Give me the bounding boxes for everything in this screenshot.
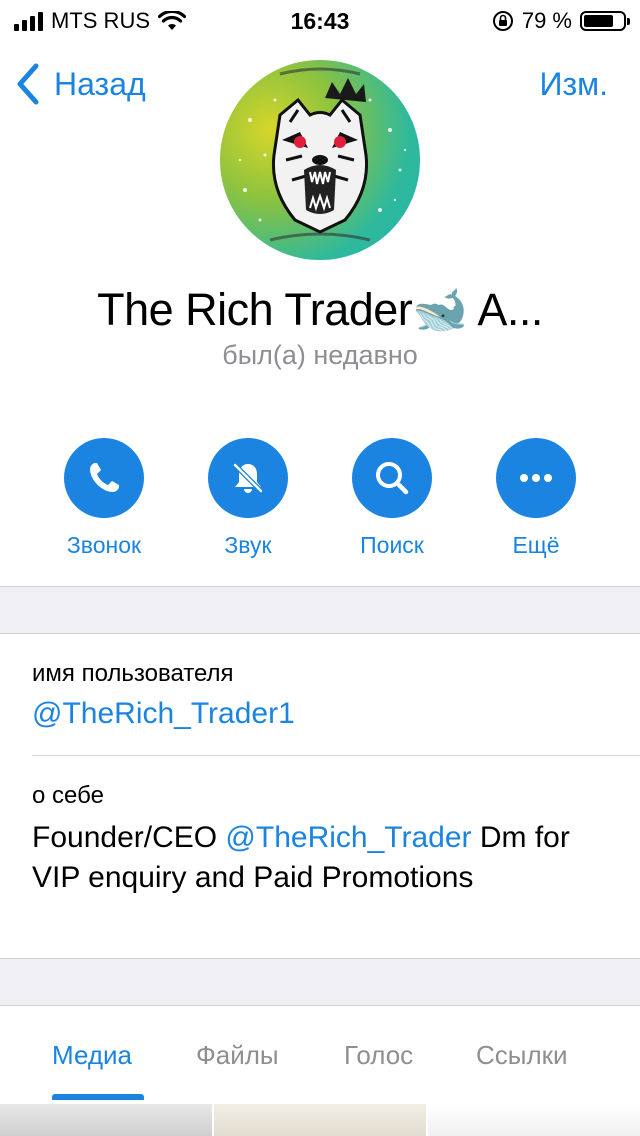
media-thumbnail[interactable] xyxy=(0,1104,212,1136)
media-thumbnail[interactable] xyxy=(428,1104,640,1136)
username-label: имя пользователя xyxy=(32,660,234,687)
media-thumbnail[interactable] xyxy=(214,1104,426,1136)
bell-slash-icon xyxy=(232,462,264,494)
phone-icon xyxy=(90,463,119,492)
back-label: Назад xyxy=(54,65,146,102)
orientation-lock-icon xyxy=(492,11,513,31)
more-icon xyxy=(520,474,552,482)
call-circle xyxy=(64,438,144,518)
profile-avatar[interactable] xyxy=(220,60,420,260)
username-link[interactable]: @TheRich_Trader1 xyxy=(32,697,295,731)
bear-logo-image xyxy=(238,67,407,242)
about-prefix: Founder/CEO xyxy=(32,821,226,854)
mute-circle xyxy=(208,438,288,518)
chevron-left-icon xyxy=(17,63,39,105)
media-grid xyxy=(0,1104,640,1136)
status-bar: MTS RUS 16:43 79 % xyxy=(0,0,640,40)
action-bar: Звонок Звук Поиск Ещё xyxy=(0,438,640,568)
battery-icon xyxy=(580,11,630,31)
mute-button[interactable]: Звук xyxy=(188,438,308,559)
status-right: 79 % xyxy=(492,8,630,34)
about-text: Founder/CEO @TheRich_Trader Dm for VIP e… xyxy=(32,818,612,898)
tab-links[interactable]: Ссылки xyxy=(476,1040,568,1071)
active-tab-indicator xyxy=(52,1094,144,1100)
more-circle xyxy=(496,438,576,518)
about-mention-link[interactable]: @TheRich_Trader xyxy=(225,821,471,854)
search-circle xyxy=(352,438,432,518)
call-label: Звонок xyxy=(66,532,142,558)
edit-button[interactable]: Изм. xyxy=(539,66,608,103)
info-divider xyxy=(32,755,640,756)
back-button[interactable]: Назад xyxy=(14,62,146,106)
section-separator-2 xyxy=(0,958,640,1006)
mute-label: Звук xyxy=(224,532,272,558)
search-label: Поиск xyxy=(360,532,424,558)
tab-voice[interactable]: Голос xyxy=(344,1040,413,1071)
section-separator xyxy=(0,586,640,634)
profile-name: The Rich Trader🐋 A... xyxy=(97,284,543,335)
last-seen-status: был(а) недавно xyxy=(222,340,418,370)
about-label: о себе xyxy=(32,782,104,809)
media-tabs: Медиа Файлы Голос Ссылки xyxy=(0,1020,640,1100)
more-button[interactable]: Ещё xyxy=(476,438,596,559)
battery-percent: 79 % xyxy=(521,8,572,33)
search-button[interactable]: Поиск xyxy=(332,438,452,559)
search-icon xyxy=(376,462,409,495)
tab-media[interactable]: Медиа xyxy=(52,1040,132,1071)
tab-files[interactable]: Файлы xyxy=(196,1040,279,1071)
call-button[interactable]: Звонок xyxy=(44,438,164,559)
more-label: Ещё xyxy=(512,532,560,558)
